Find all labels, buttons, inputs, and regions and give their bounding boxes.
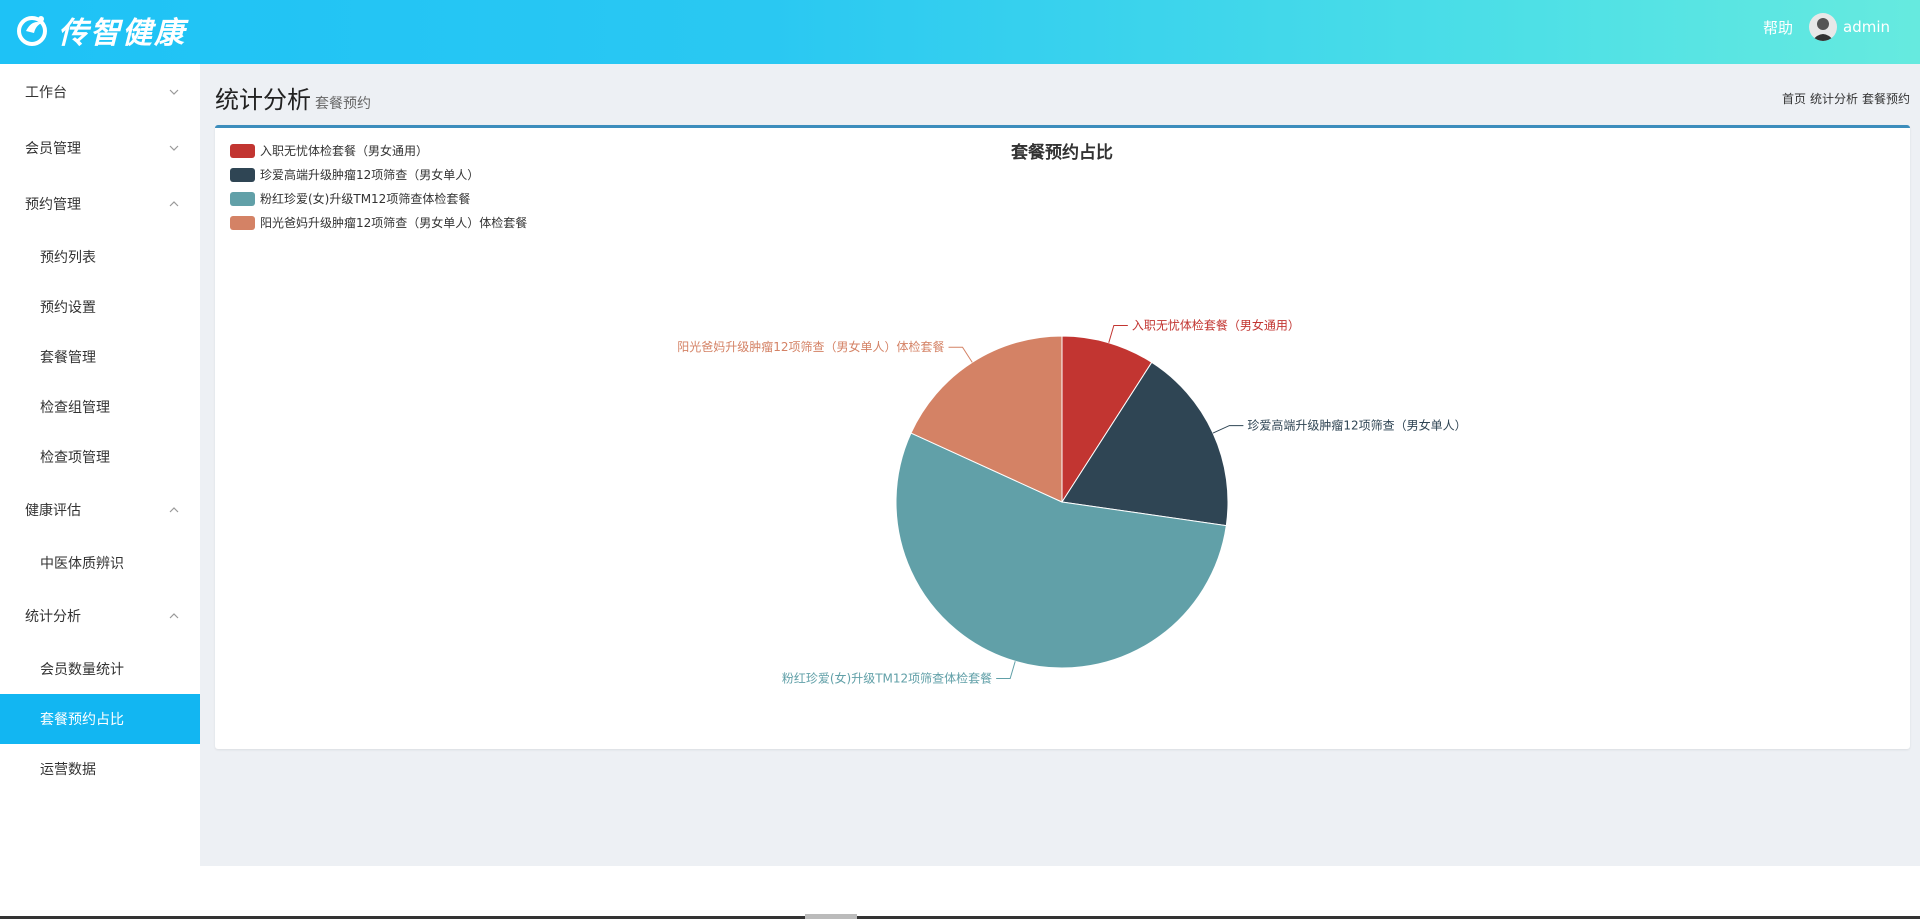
breadcrumb: 首页 统计分析 套餐预约 (1782, 90, 1910, 107)
sidebar: 工作台 会员管理 预约管理 预约列表 预约设置 套餐管理 检查组管理 检查项管理… (0, 64, 200, 919)
avatar (1809, 13, 1837, 41)
page-subtitle: 套餐预约 (315, 96, 371, 112)
sidebar-group-label: 预约管理 (25, 197, 81, 213)
chart-card: 套餐预约占比 入职无忧体检套餐（男女通用） 珍爱高端升级肿瘤12项筛查（男女单人）粉… (215, 125, 1910, 749)
slice-leader-line (1212, 425, 1244, 434)
chevron-up-icon (169, 507, 179, 513)
slice-leader-line (1108, 324, 1128, 343)
chevron-down-icon (169, 89, 179, 95)
chevron-down-icon (169, 145, 179, 151)
sidebar-item-operation-data[interactable]: 运营数据 (0, 744, 200, 794)
sidebar-group-label: 工作台 (25, 85, 67, 101)
top-header: 传智健康 帮助 admin (0, 0, 1920, 64)
sidebar-group-label: 统计分析 (25, 609, 81, 625)
page-title: 统计分析 套餐预约 (215, 80, 371, 115)
user-name: admin (1843, 18, 1890, 36)
slice-label: 入职无忧体检套餐（男女通用） (1132, 317, 1300, 332)
user-avatar-icon (1812, 18, 1834, 41)
sidebar-item-package-share[interactable]: 套餐预约占比 (0, 694, 200, 744)
sidebar-item-tcm-constitution[interactable]: 中医体质辨识 (0, 538, 200, 588)
sidebar-item-checkgroup-management[interactable]: 检查组管理 (0, 382, 200, 432)
sidebar-group-appointments[interactable]: 预约管理 (0, 176, 200, 232)
slice-label: 珍爱高端升级肿瘤12项筛查（男女单人） (1247, 418, 1466, 433)
sidebar-group-label: 会员管理 (25, 141, 81, 157)
main-content: 统计分析 套餐预约 首页 统计分析 套餐预约 套餐预约占比 入职无忧体检套餐（男女通… (200, 64, 1920, 866)
chevron-up-icon (169, 613, 179, 619)
slice-leader-line (948, 346, 973, 363)
slice-leader-line (996, 661, 1016, 680)
legend-swatch[interactable] (230, 168, 255, 182)
page-footer (0, 866, 1920, 919)
breadcrumb-current: 套餐预约 (1861, 92, 1910, 106)
user-menu[interactable]: admin (1809, 13, 1890, 41)
legend-label: 粉红珍爱(女)升级TM12项筛查体检套餐 (260, 191, 470, 206)
sidebar-group-label: 健康评估 (25, 503, 81, 519)
legend-swatch[interactable] (230, 216, 255, 230)
breadcrumb-home[interactable]: 首页 (1782, 90, 1806, 107)
breadcrumb-section[interactable]: 统计分析 (1810, 90, 1858, 107)
legend-swatch[interactable] (230, 144, 255, 158)
app-logo[interactable]: 传智健康 (12, 8, 186, 52)
scrollbar-thumb[interactable] (805, 914, 857, 919)
help-link[interactable]: 帮助 (1763, 17, 1793, 38)
sidebar-item-checkitem-management[interactable]: 检查项管理 (0, 432, 200, 482)
sidebar-item-package-management[interactable]: 套餐管理 (0, 332, 200, 382)
sidebar-item-appointment-settings[interactable]: 预约设置 (0, 282, 200, 332)
legend-swatch[interactable] (230, 192, 255, 206)
chevron-up-icon (169, 201, 179, 207)
logo-icon (17, 16, 47, 46)
sidebar-group-workbench[interactable]: 工作台 (0, 64, 200, 120)
legend-label: 入职无忧体检套餐（男女通用） (260, 143, 428, 158)
sidebar-group-statistics[interactable]: 统计分析 (0, 588, 200, 644)
sidebar-item-member-stats[interactable]: 会员数量统计 (0, 644, 200, 694)
sidebar-group-health-assessment[interactable]: 健康评估 (0, 482, 200, 538)
sidebar-group-members[interactable]: 会员管理 (0, 120, 200, 176)
logo-text: 传智健康 (58, 16, 186, 51)
slice-label: 阳光爸妈升级肿瘤12项筛查（男女单人）体检套餐 (677, 339, 944, 354)
chart-title: 套餐预约占比 (1010, 142, 1113, 163)
header-actions: 帮助 admin (1763, 0, 1890, 54)
legend-label: 珍爱高端升级肿瘤12项筛查（男女单人） (260, 167, 479, 182)
slice-label: 粉红珍爱(女)升级TM12项筛查体检套餐 (782, 671, 992, 686)
content-header: 统计分析 套餐预约 首页 统计分析 套餐预约 (215, 80, 1910, 114)
page-title-text: 统计分析 (215, 86, 311, 114)
legend-label: 阳光爸妈升级肿瘤12项筛查（男女单人）体检套餐 (260, 215, 527, 230)
pie-chart: 套餐预约占比入职无忧体检套餐（男女通用）珍爱高端升级肿瘤12项筛查（男女单人）粉… (230, 142, 1467, 686)
sidebar-item-appointment-list[interactable]: 预约列表 (0, 232, 200, 282)
